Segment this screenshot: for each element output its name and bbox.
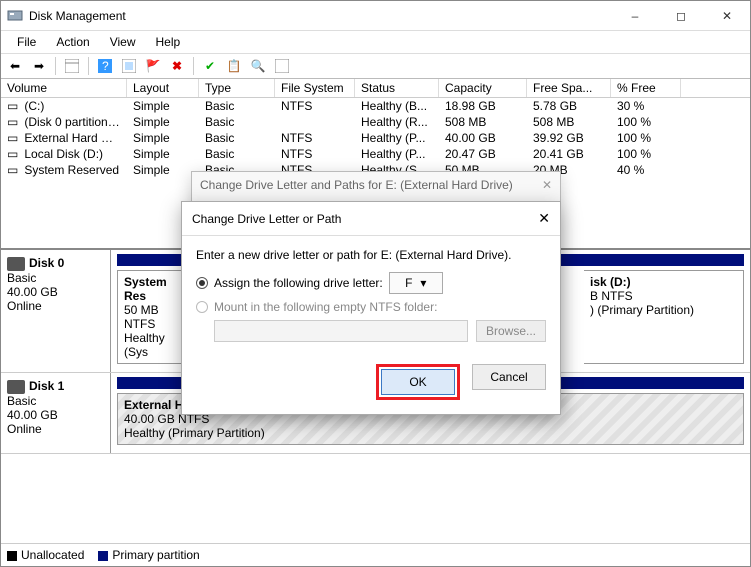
col-pctfree[interactable]: % Free	[611, 79, 681, 97]
col-freespace[interactable]: Free Spa...	[527, 79, 611, 97]
volume-icon: ▭	[7, 131, 21, 145]
volume-icon: ▭	[7, 163, 21, 177]
toolbar: ⬅ ➡ ? 🚩 ✖ ✔ 📋 🔍	[1, 54, 750, 79]
delete-icon[interactable]: ✖	[167, 56, 187, 76]
legend-swatch-primary	[98, 551, 108, 561]
app-icon	[7, 8, 23, 24]
volume-name: External Hard Driv...	[24, 131, 127, 145]
menu-help[interactable]: Help	[146, 33, 191, 51]
partition-sub: Healthy (Sys	[124, 331, 165, 359]
disk-icon	[7, 380, 25, 394]
disk-meta[interactable]: Disk 0 Basic 40.00 GB Online	[1, 250, 111, 372]
close-icon[interactable]: ✕	[538, 210, 550, 227]
chevron-down-icon: ▾	[420, 276, 426, 290]
col-capacity[interactable]: Capacity	[439, 79, 527, 97]
browse-button: Browse...	[476, 320, 546, 342]
back-icon[interactable]: ⬅	[5, 56, 25, 76]
drive-letter-select[interactable]: F ▾	[389, 272, 443, 294]
window-title: Disk Management	[29, 9, 612, 23]
flag-icon[interactable]: 🚩	[143, 56, 163, 76]
disk-icon	[7, 257, 25, 271]
check-icon[interactable]: ✔	[200, 56, 220, 76]
search-icon[interactable]: 🔍	[248, 56, 268, 76]
volume-name: System Reserved	[24, 163, 119, 177]
disk-type: Basic	[7, 394, 36, 408]
partition-sub: B NTFS	[590, 289, 633, 303]
volume-name: (C:)	[24, 99, 44, 113]
radio-assign-letter[interactable]	[196, 277, 208, 289]
radio-label: Mount in the following empty NTFS folder…	[214, 300, 437, 314]
disk-name: Disk 0	[29, 256, 64, 270]
col-filesystem[interactable]: File System	[275, 79, 355, 97]
minimize-button[interactable]: –	[612, 1, 658, 31]
table-row[interactable]: ▭ External Hard Driv... SimpleBasicNTFSH…	[1, 130, 750, 146]
settings-icon[interactable]	[119, 56, 139, 76]
tool-table-icon[interactable]	[62, 56, 82, 76]
list-icon[interactable]	[272, 56, 292, 76]
partition-box[interactable]: System Res 50 MB NTFS Healthy (Sys	[117, 270, 187, 364]
close-icon[interactable]: ✕	[542, 178, 552, 192]
disk-size: 40.00 GB	[7, 408, 58, 422]
table-row[interactable]: ▭ (C:) SimpleBasicNTFSHealthy (B...18.98…	[1, 98, 750, 114]
titlebar: Disk Management – ◻ ✕	[1, 1, 750, 31]
disk-type: Basic	[7, 271, 36, 285]
volume-name: (Disk 0 partition 3)	[24, 115, 121, 129]
volume-icon: ▭	[7, 147, 21, 161]
partition-title: isk (D:)	[590, 275, 631, 289]
disk-meta[interactable]: Disk 1 Basic 40.00 GB Online	[1, 373, 111, 453]
volume-table-header: Volume Layout Type File System Status Ca…	[1, 79, 750, 98]
radio-label: Assign the following drive letter:	[214, 276, 383, 290]
paste-icon[interactable]: 📋	[224, 56, 244, 76]
menu-action[interactable]: Action	[46, 33, 99, 51]
legend-label: Unallocated	[21, 548, 84, 562]
col-status[interactable]: Status	[355, 79, 439, 97]
radio-mount-folder[interactable]	[196, 301, 208, 313]
maximize-button[interactable]: ◻	[658, 1, 704, 31]
menu-view[interactable]: View	[100, 33, 146, 51]
disk-size: 40.00 GB	[7, 285, 58, 299]
ok-button-highlight: OK	[376, 364, 460, 400]
mount-path-input	[214, 320, 468, 342]
legend-swatch-unallocated	[7, 551, 17, 561]
help-icon[interactable]: ?	[95, 56, 115, 76]
volume-icon: ▭	[7, 99, 21, 113]
parent-dialog-title: Change Drive Letter and Paths for E: (Ex…	[200, 178, 513, 192]
legend: Unallocated Primary partition	[1, 543, 750, 566]
partition-sub: 50 MB NTFS	[124, 303, 159, 331]
disk-state: Online	[7, 422, 42, 436]
col-type[interactable]: Type	[199, 79, 275, 97]
legend-label: Primary partition	[112, 548, 199, 562]
forward-icon[interactable]: ➡	[29, 56, 49, 76]
svg-text:?: ?	[102, 59, 109, 73]
ok-button[interactable]: OK	[381, 369, 455, 395]
cancel-button[interactable]: Cancel	[472, 364, 546, 390]
col-volume[interactable]: Volume	[1, 79, 127, 97]
dialog-instruction: Enter a new drive letter or path for E: …	[196, 248, 546, 262]
disk-name: Disk 1	[29, 379, 64, 393]
partition-sub: Healthy (Primary Partition)	[124, 426, 265, 440]
menubar: File Action View Help	[1, 31, 750, 54]
change-drive-letter-dialog: Change Drive Letter or Path ✕ Enter a ne…	[181, 201, 561, 415]
table-row[interactable]: ▭ Local Disk (D:) SimpleBasicNTFSHealthy…	[1, 146, 750, 162]
close-button[interactable]: ✕	[704, 1, 750, 31]
volume-name: Local Disk (D:)	[24, 147, 103, 161]
drive-letter-value: F	[405, 276, 412, 290]
partition-box[interactable]: isk (D:) B NTFS ) (Primary Partition)	[584, 270, 744, 364]
partition-title: System Res	[124, 275, 167, 303]
volume-icon: ▭	[7, 115, 21, 129]
disk-state: Online	[7, 299, 42, 313]
table-row[interactable]: ▭ (Disk 0 partition 3) SimpleBasicHealth…	[1, 114, 750, 130]
dialog-title: Change Drive Letter or Path	[192, 212, 341, 226]
col-layout[interactable]: Layout	[127, 79, 199, 97]
partition-sub: ) (Primary Partition)	[590, 303, 694, 317]
menu-file[interactable]: File	[7, 33, 46, 51]
